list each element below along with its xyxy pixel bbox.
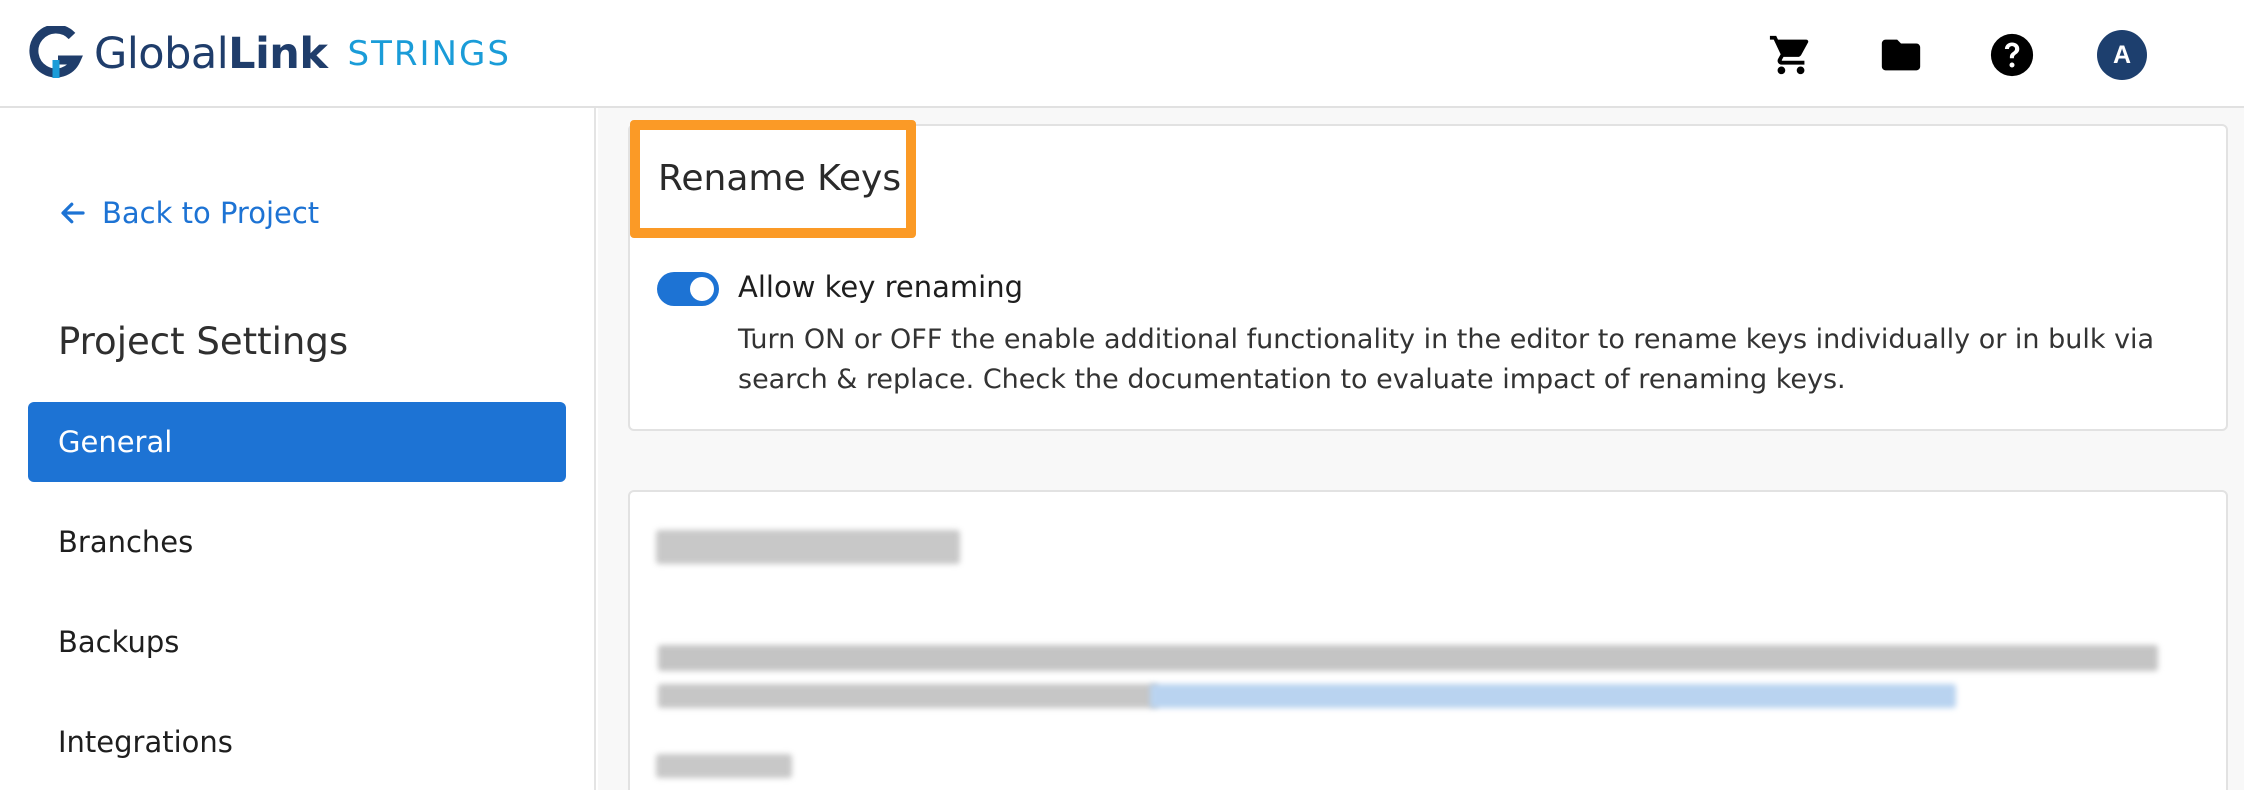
arrow-left-icon xyxy=(61,202,85,224)
nav-item-general[interactable]: General xyxy=(28,402,566,482)
logo-word-link: Link xyxy=(228,29,328,79)
globallink-logo-icon xyxy=(29,26,83,78)
sidebar-title: Project Settings xyxy=(58,320,349,363)
back-to-project-label: Back to Project xyxy=(102,196,320,230)
user-avatar[interactable]: A xyxy=(2097,30,2147,80)
rename-keys-title: Rename Keys xyxy=(658,158,902,199)
settings-sidebar: Back to Project Project Settings General… xyxy=(0,108,596,790)
blurred-text-line xyxy=(656,754,792,778)
logo-word-global: Global xyxy=(94,29,229,79)
help-icon[interactable] xyxy=(1987,30,2037,80)
nav-item-backups[interactable]: Backups xyxy=(28,602,566,682)
allow-key-renaming-label: Allow key renaming xyxy=(738,270,1023,304)
blurred-text-line xyxy=(658,684,1158,708)
nav-item-integrations[interactable]: Integrations xyxy=(28,702,566,782)
folder-icon[interactable] xyxy=(1876,30,1926,80)
logo-wordmark: GlobalLink xyxy=(94,29,328,79)
logo-product-name: STRINGS xyxy=(347,34,511,74)
cart-icon[interactable] xyxy=(1766,30,1816,80)
blurred-link-text xyxy=(1150,684,1956,708)
blurred-card-title xyxy=(656,530,960,564)
nav-item-branches[interactable]: Branches xyxy=(28,502,566,582)
toggle-knob xyxy=(690,277,714,301)
globallink-strings-logo[interactable]: GlobalLink STRINGS xyxy=(28,24,511,84)
back-to-project-link[interactable]: Back to Project xyxy=(58,196,319,230)
allow-key-renaming-toggle[interactable] xyxy=(657,272,719,306)
blurred-text-line xyxy=(658,645,2158,671)
top-header: GlobalLink STRINGS A xyxy=(0,0,2244,108)
rename-keys-description: Turn ON or OFF the enable additional fun… xyxy=(738,324,2155,395)
